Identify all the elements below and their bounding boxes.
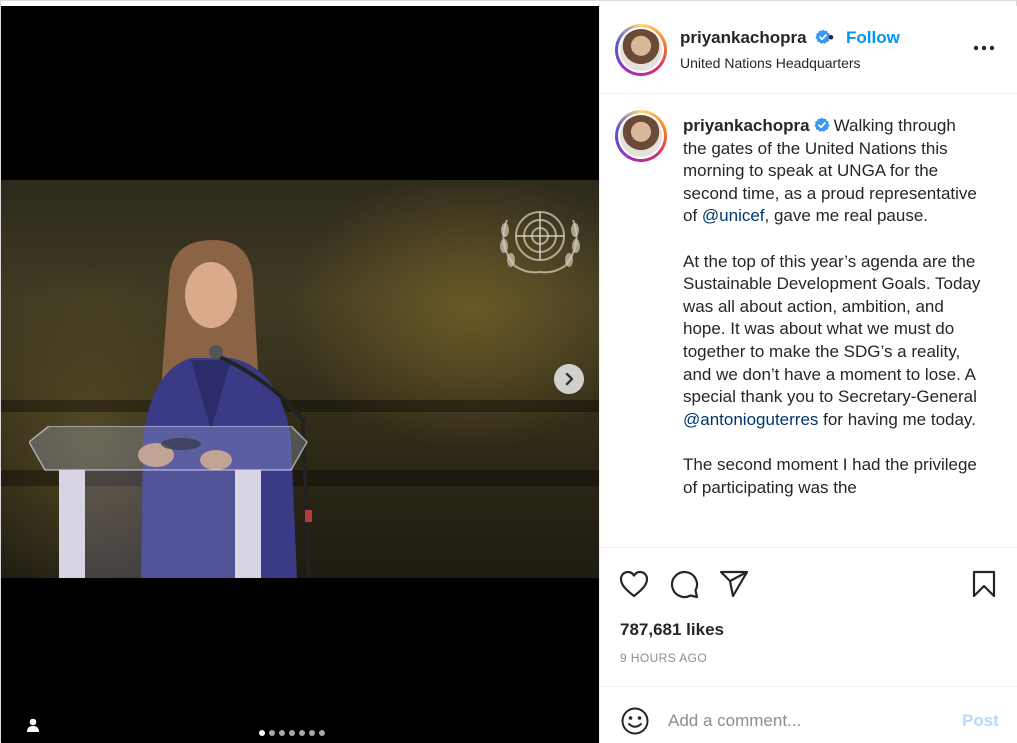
user-tag-icon [27,718,39,732]
send-icon [719,570,749,598]
heart-icon [619,570,649,598]
like-button[interactable] [618,568,650,600]
post-location[interactable]: United Nations Headquarters [680,55,861,71]
likes-count[interactable]: 787,681 likes [620,620,724,640]
post-dialog: priyankachopra • Follow United Nations H… [0,0,1017,743]
caption-text: At the top of this year’s agenda are the… [683,251,981,407]
more-options-button[interactable] [972,36,996,60]
next-slide-button[interactable] [554,364,584,394]
user-tag-button[interactable] [23,715,43,735]
comment-input[interactable] [668,707,948,735]
un-emblem-icon [500,211,580,274]
mention-link[interactable]: @antonioguterres [683,410,818,429]
carousel-dot [299,730,305,736]
author-avatar[interactable] [615,24,667,76]
mention-link[interactable]: @unicef [702,206,765,225]
podium [29,426,308,578]
caption-avatar[interactable] [615,110,667,162]
more-horizontal-icon [973,45,995,51]
post-actions: 787,681 likes 9 HOURS AGO [600,547,1017,692]
author-username[interactable]: priyankachopra [680,28,807,47]
save-button[interactable] [968,568,1000,600]
carousel-indicator [259,730,325,736]
emoji-icon[interactable] [620,706,650,736]
post-details-panel: priyankachopra • Follow United Nations H… [599,6,1017,743]
caption-text: for having me today. [818,409,976,429]
carousel-dot [289,730,295,736]
verified-badge-icon [814,117,830,132]
caption-text: , gave me real pause. [764,206,929,226]
carousel-dot [309,730,315,736]
carousel-dot [319,730,325,736]
bookmark-icon [972,570,996,598]
post-photo[interactable] [1,180,599,578]
post-timestamp[interactable]: 9 HOURS AGO [620,651,707,665]
share-button[interactable] [718,568,750,600]
header-separator: • [828,28,834,47]
caption-username[interactable]: priyankachopra [683,116,810,135]
caption-text: The second moment I had the privilege of… [683,454,977,497]
carousel-dot [269,730,275,736]
carousel-dot [259,730,265,736]
comment-bar: Post [600,686,1017,743]
post-caption: priyankachopra Walking through the gates… [683,115,983,522]
media-pane [1,6,599,743]
chevron-right-icon [565,372,574,386]
caption-scroll-area[interactable]: priyankachopra Walking through the gates… [600,95,1017,547]
comment-button[interactable] [668,568,700,600]
comment-icon [670,570,699,599]
carousel-dot [279,730,285,736]
follow-button[interactable]: Follow [846,28,900,48]
post-header: priyankachopra • Follow United Nations H… [600,6,1017,94]
post-comment-button[interactable]: Post [962,711,999,731]
